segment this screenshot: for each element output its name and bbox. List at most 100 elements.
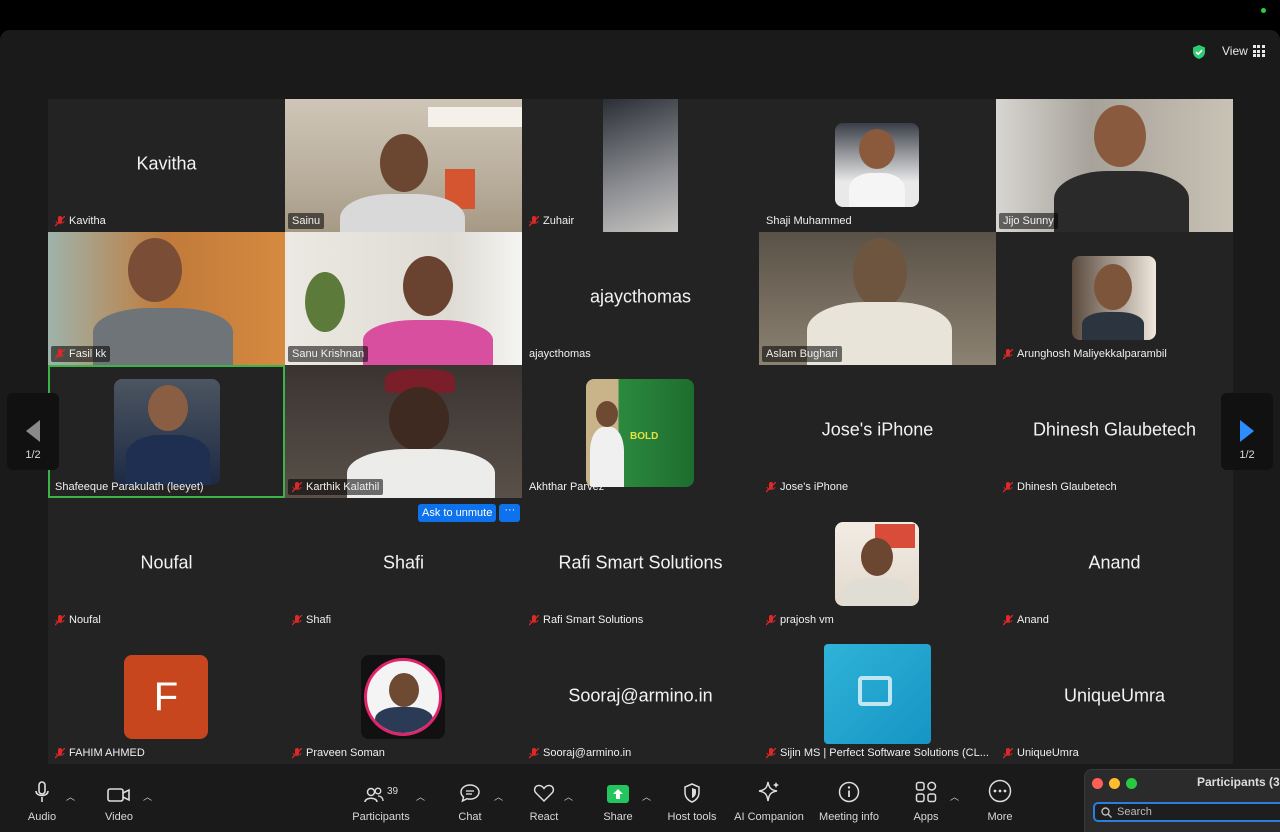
- participant-name-tag: Akhthar Parvez: [525, 479, 608, 495]
- mic-muted-icon: [1003, 481, 1013, 492]
- meeting-info-label: Meeting info: [819, 811, 879, 823]
- participant-tile[interactable]: Aslam Bughari: [759, 232, 996, 365]
- participant-name-tag: Jose's iPhone: [762, 479, 852, 495]
- video-label: Video: [105, 811, 133, 823]
- participant-name: Sijin MS | Perfect Software Solutions (C…: [780, 747, 989, 759]
- participant-tile[interactable]: Jijo Sunny: [996, 99, 1233, 232]
- chevron-up-icon[interactable]: ︿: [494, 790, 503, 803]
- chevron-up-icon[interactable]: ︿: [66, 790, 75, 803]
- participant-tile-active-speaker[interactable]: Shafeeque Parakulath (leeyet): [48, 365, 285, 498]
- mic-muted-icon: [766, 481, 776, 492]
- ask-to-unmute-button[interactable]: Ask to unmute: [418, 504, 497, 522]
- avatar: [835, 522, 919, 606]
- mic-muted-icon: [292, 481, 302, 492]
- participant-display-name: UniqueUmra: [1063, 684, 1166, 705]
- share-button[interactable]: Share: [598, 772, 638, 832]
- participant-name: Dhinesh Glaubetech: [1017, 481, 1117, 493]
- participant-name: Arunghosh Maliyekkalparambil: [1017, 348, 1167, 360]
- close-window-button[interactable]: [1092, 778, 1103, 789]
- apps-button[interactable]: Apps: [906, 772, 946, 832]
- participant-tile[interactable]: Sainu: [285, 99, 522, 232]
- participant-name-tag: Rafi Smart Solutions: [525, 612, 647, 628]
- participant-tile[interactable]: Praveen Soman: [285, 631, 522, 764]
- participant-name-tag: prajosh vm: [762, 612, 838, 628]
- audio-button[interactable]: Audio: [22, 772, 62, 832]
- chat-label: Chat: [458, 811, 482, 823]
- more-options-button[interactable]: ···: [499, 504, 521, 522]
- host-tools-button[interactable]: Host tools: [666, 772, 718, 832]
- participant-display-name: Jose's iPhone: [821, 418, 934, 439]
- participant-display-name: Dhinesh Glaubetech: [1032, 418, 1197, 439]
- participant-display-name: Noufal: [140, 551, 193, 572]
- participant-tile[interactable]: Sanu Krishnan: [285, 232, 522, 365]
- participant-name: Shafeeque Parakulath (leeyet): [55, 481, 204, 493]
- minimize-window-button[interactable]: [1109, 778, 1120, 789]
- participant-tile[interactable]: Fasil kk: [48, 232, 285, 365]
- participant-name: ajaycthomas: [529, 348, 591, 360]
- participant-tile[interactable]: Shaji Muhammed: [759, 99, 996, 232]
- view-label: View: [1222, 44, 1248, 58]
- participant-tile[interactable]: Karthik Kalathil: [285, 365, 522, 498]
- participant-display-name: Kavitha: [136, 152, 197, 173]
- participant-tile[interactable]: UniqueUmra UniqueUmra: [996, 631, 1233, 764]
- info-icon: [838, 781, 860, 803]
- shield-icon[interactable]: [1191, 44, 1207, 60]
- participant-name-tag: Praveen Soman: [288, 745, 389, 761]
- search-icon: [1101, 806, 1112, 818]
- participant-tile[interactable]: Sijin MS | Perfect Software Solutions (C…: [759, 631, 996, 764]
- participant-name: FAHIM AHMED: [69, 747, 145, 759]
- maximize-window-button[interactable]: [1126, 778, 1137, 789]
- participant-tile[interactable]: Noufal Noufal: [48, 498, 285, 631]
- participant-tile[interactable]: Kavitha Kavitha: [48, 99, 285, 232]
- more-button[interactable]: More: [980, 772, 1020, 832]
- participant-search-input[interactable]: Search: [1093, 802, 1280, 822]
- apps-label: Apps: [913, 811, 939, 823]
- share-label: Share: [603, 811, 633, 823]
- chevron-up-icon[interactable]: ︿: [143, 790, 152, 803]
- previous-page-button[interactable]: 1/2: [7, 393, 59, 470]
- chevron-up-icon[interactable]: ︿: [950, 790, 959, 803]
- participants-icon: [364, 787, 384, 803]
- participant-tile[interactable]: BOLD Akhthar Parvez: [522, 365, 759, 498]
- chevron-up-icon[interactable]: ︿: [642, 790, 651, 803]
- avatar: [361, 655, 445, 739]
- participant-tile[interactable]: F FAHIM AHMED: [48, 631, 285, 764]
- participant-name-tag: Sanu Krishnan: [288, 346, 369, 362]
- participant-name: Sooraj@armino.in: [543, 747, 632, 759]
- participant-name-tag: Noufal: [51, 612, 105, 628]
- video-button[interactable]: Video: [99, 772, 139, 832]
- more-icon: [988, 779, 1012, 803]
- participant-tile[interactable]: Jose's iPhone Jose's iPhone: [759, 365, 996, 498]
- ai-companion-button[interactable]: AI Companion: [734, 772, 804, 832]
- participant-name: UniqueUmra: [1017, 747, 1079, 759]
- participant-tile[interactable]: ajaycthomas ajaycthomas: [522, 232, 759, 365]
- participant-tile[interactable]: Dhinesh Glaubetech Dhinesh Glaubetech: [996, 365, 1233, 498]
- participant-tile[interactable]: Zuhair: [522, 99, 759, 232]
- heart-icon: [533, 784, 555, 803]
- meeting-info-button[interactable]: Meeting info: [817, 772, 881, 832]
- participant-name: prajosh vm: [780, 614, 834, 626]
- chevron-up-icon[interactable]: ︿: [416, 790, 425, 803]
- avatar: [1072, 256, 1156, 340]
- participants-label: Participants: [352, 811, 410, 823]
- chevron-up-icon[interactable]: ︿: [564, 790, 573, 803]
- chat-button[interactable]: Chat: [450, 772, 490, 832]
- mic-muted-icon: [766, 747, 776, 758]
- next-page-button[interactable]: 1/2: [1221, 393, 1273, 470]
- participant-name: Rafi Smart Solutions: [543, 614, 644, 626]
- participant-name-tag: Zuhair: [525, 213, 578, 229]
- view-button[interactable]: View: [1222, 44, 1265, 58]
- participant-tile[interactable]: Arunghosh Maliyekkalparambil: [996, 232, 1233, 365]
- participant-name-tag: Kavitha: [51, 213, 110, 229]
- participant-name-tag: FAHIM AHMED: [51, 745, 149, 761]
- participant-tile[interactable]: Anand Anand: [996, 498, 1233, 631]
- video-camera-icon: [107, 788, 130, 802]
- participant-tile[interactable]: Rafi Smart Solutions Rafi Smart Solution…: [522, 498, 759, 631]
- participant-tile[interactable]: Sooraj@armino.in Sooraj@armino.in: [522, 631, 759, 764]
- participant-display-name: Shafi: [382, 551, 425, 572]
- react-button[interactable]: React: [524, 772, 564, 832]
- participants-button[interactable]: 39 Participants: [350, 772, 412, 832]
- participant-name: Shafi: [306, 614, 332, 626]
- participant-name-tag: Sijin MS | Perfect Software Solutions (C…: [762, 745, 992, 761]
- participant-tile[interactable]: prajosh vm: [759, 498, 996, 631]
